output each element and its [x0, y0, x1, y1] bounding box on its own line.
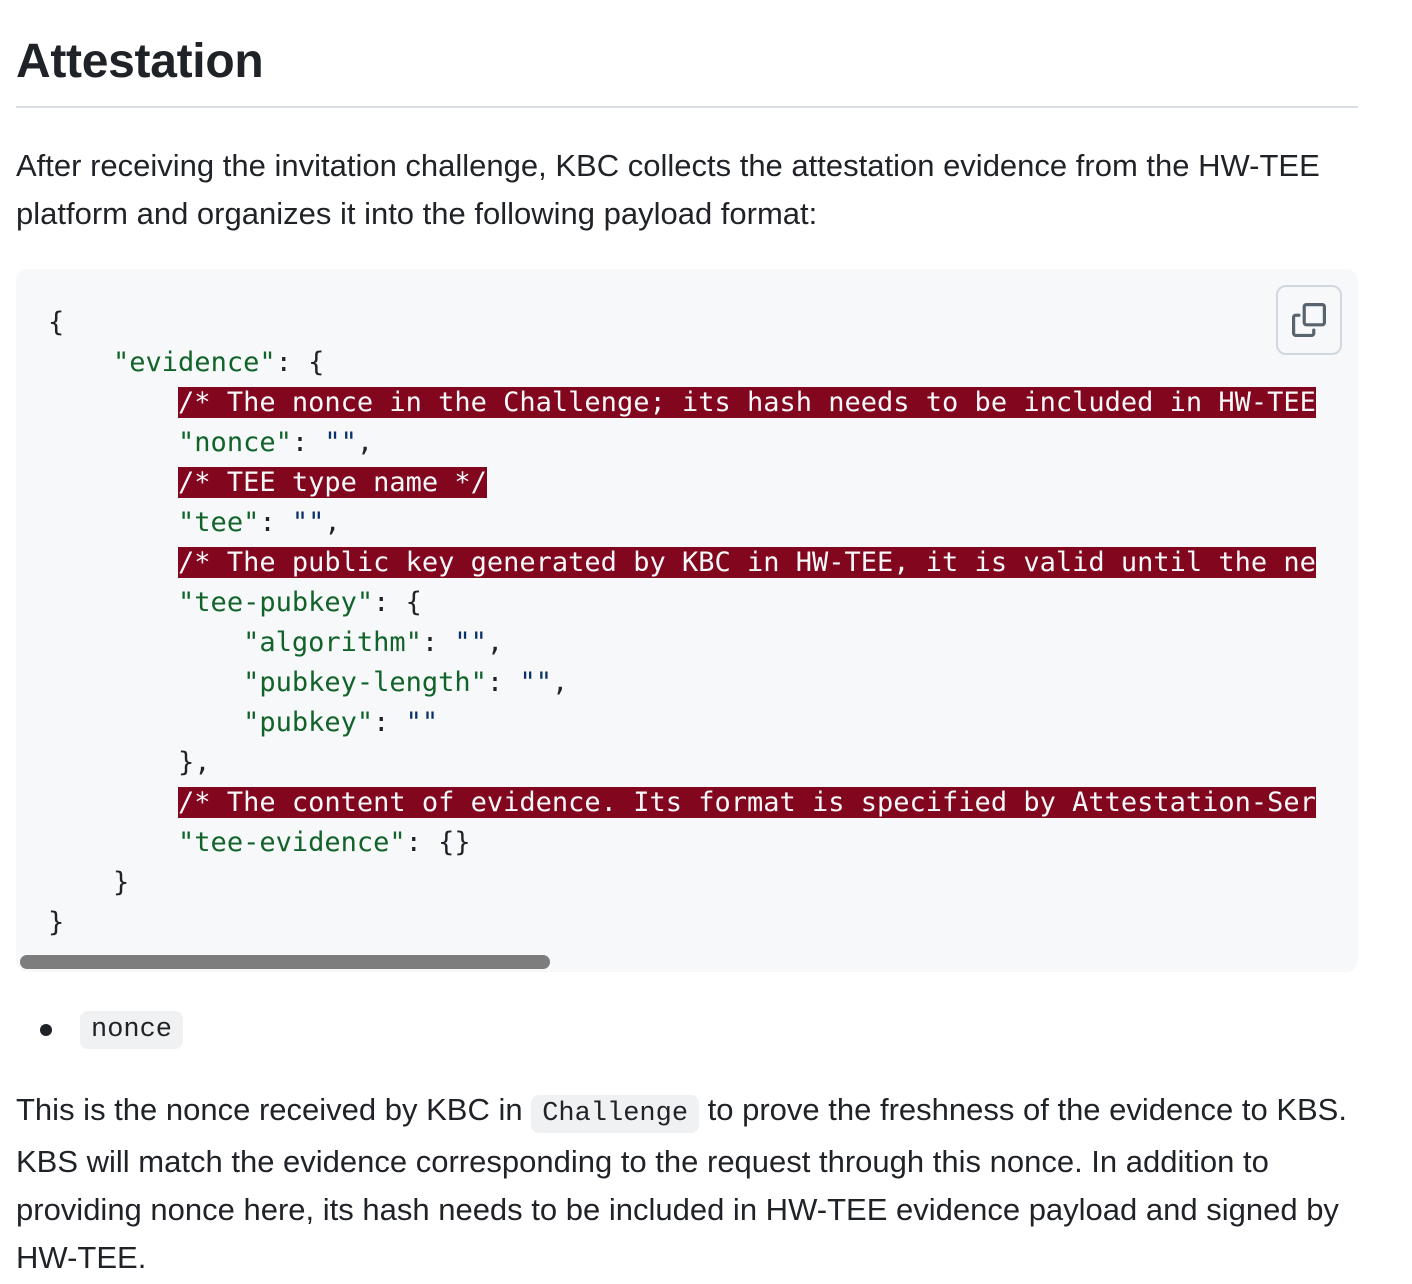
code-line: /* The public key generated by KBC in HW… — [48, 543, 1358, 583]
code-key: "tee" — [178, 507, 260, 538]
code-key: "tee-evidence" — [178, 827, 406, 858]
code-key: "pubkey-length" — [243, 667, 487, 698]
code-token: , — [356, 427, 374, 458]
code-token: , — [551, 667, 569, 698]
code-token: }, — [178, 747, 211, 778]
code-line: "nonce": "", — [48, 423, 1358, 463]
code-line: "tee": "", — [48, 503, 1358, 543]
code-token: : — [421, 627, 455, 658]
code-token: : — [486, 667, 520, 698]
code-string: "" — [405, 707, 439, 738]
body-paragraph: This is the nonce received by KBC in Cha… — [16, 1086, 1356, 1282]
code-string: "" — [291, 507, 325, 538]
code-line: { — [48, 303, 1358, 343]
document-page: Attestation After receiving the invitati… — [0, 0, 1412, 1284]
code-token: : { — [275, 347, 325, 378]
bullet-dot — [40, 1024, 52, 1036]
code-comment: /* The nonce in the Challenge; its hash … — [178, 387, 1316, 418]
code-comment: /* The public key generated by KBC in HW… — [178, 547, 1316, 578]
code-token: : — [291, 427, 325, 458]
code-string: "" — [519, 667, 552, 698]
code-block: { "evidence": { /* The nonce in the Chal… — [16, 269, 1358, 972]
code-string: "" — [454, 627, 487, 658]
code-token: : — [259, 507, 292, 538]
code-key: "evidence" — [113, 347, 276, 378]
list-item: nonce — [40, 1008, 184, 1052]
code-line: }, — [48, 743, 1358, 783]
code-token: : {} — [405, 827, 471, 858]
code-line: "tee-evidence": {} — [48, 823, 1358, 863]
code-key: "pubkey" — [243, 707, 374, 738]
code-token: } — [113, 867, 130, 898]
code-line: "tee-pubkey": { — [48, 583, 1358, 623]
horizontal-scrollbar-thumb[interactable] — [20, 955, 550, 969]
code-line: "pubkey": "" — [48, 703, 1358, 743]
code-lines: { "evidence": { /* The nonce in the Chal… — [48, 303, 1358, 943]
code-key: "tee-pubkey" — [178, 587, 374, 618]
code-line: "algorithm": "", — [48, 623, 1358, 663]
code-line: } — [48, 863, 1358, 903]
bullet-list: nonce — [40, 1008, 184, 1052]
code-line: "pubkey-length": "", — [48, 663, 1358, 703]
body-text-before: This is the nonce received by KBC in — [16, 1092, 532, 1127]
code-token: , — [486, 627, 504, 658]
code-line: /* The content of evidence. Its format i… — [48, 783, 1358, 823]
copy-icon — [1292, 303, 1326, 337]
code-comment: /* TEE type name */ — [178, 467, 487, 498]
code-key: "nonce" — [178, 427, 292, 458]
code-key: "algorithm" — [243, 627, 422, 658]
code-token: : { — [373, 587, 422, 618]
code-token: : — [373, 707, 406, 738]
code-token: , — [324, 507, 341, 538]
intro-paragraph: After receiving the invitation challenge… — [16, 148, 1320, 231]
inline-code-challenge: Challenge — [531, 1095, 700, 1133]
code-string: "" — [324, 427, 357, 458]
code-line: /* The nonce in the Challenge; its hash … — [48, 383, 1358, 423]
code-line: } — [48, 903, 1358, 943]
code-token: } — [48, 907, 65, 938]
code-line: "evidence": { — [48, 343, 1358, 383]
code-token: { — [48, 307, 65, 338]
copy-button[interactable] — [1276, 285, 1342, 355]
code-line: /* TEE type name */ — [48, 463, 1358, 503]
heading-divider — [16, 106, 1358, 108]
inline-code-nonce: nonce — [80, 1011, 184, 1049]
section-heading: Attestation — [16, 35, 264, 88]
code-comment: /* The content of evidence. Its format i… — [178, 787, 1316, 818]
